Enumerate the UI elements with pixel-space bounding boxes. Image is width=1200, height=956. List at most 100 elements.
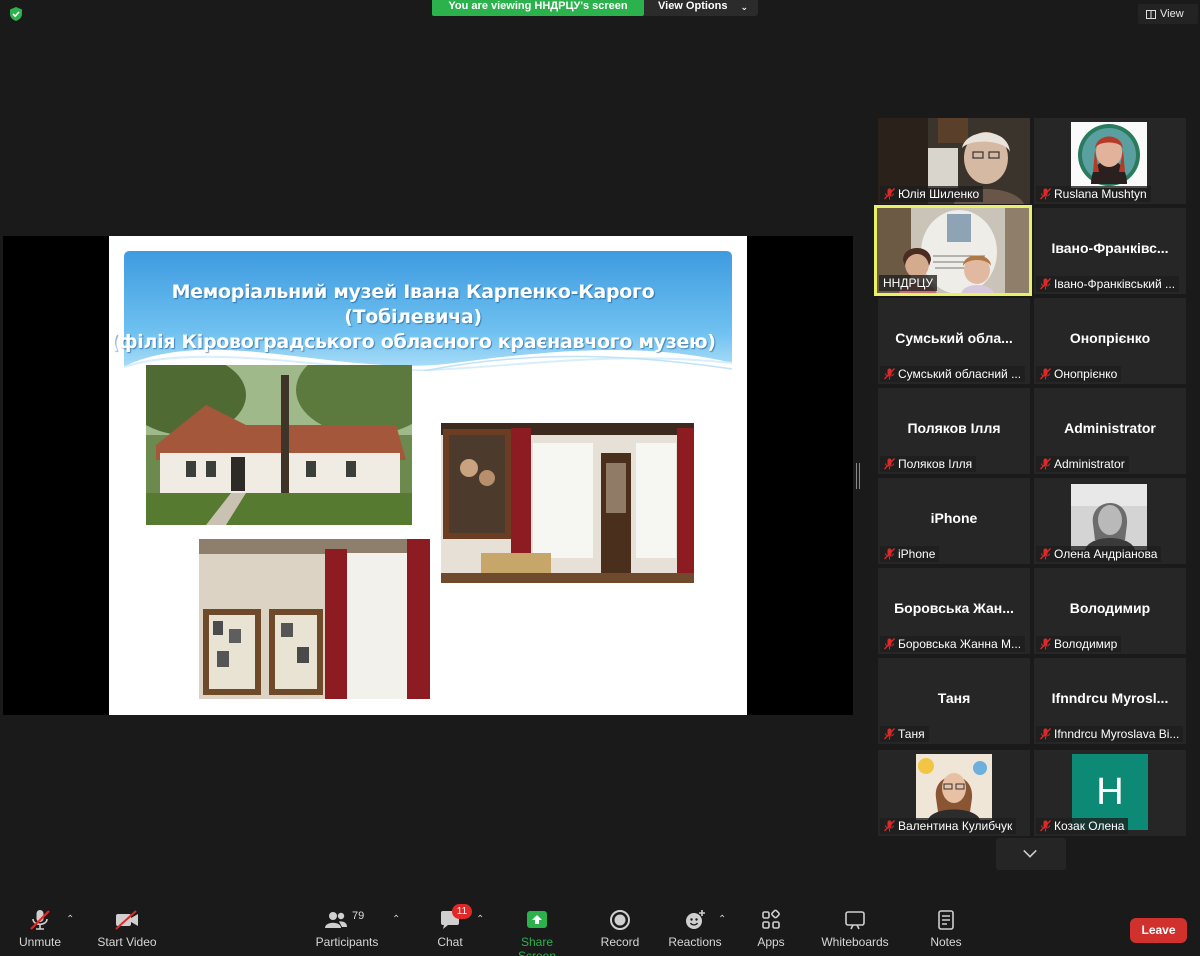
notes-icon (938, 910, 954, 930)
video-off-icon (115, 910, 138, 930)
participant-name: Олена Андріанова (1054, 547, 1158, 561)
participant-name: Таня (898, 727, 925, 741)
apps-icon (762, 909, 780, 929)
participant-name-label: Ruslana Mushtyn (1036, 186, 1151, 202)
active-speaker-tile[interactable]: ННДРЦУ (874, 205, 1032, 296)
muted-mic-icon (1040, 820, 1051, 832)
participant-name: Поляков Ілля (898, 457, 973, 471)
participant-name-label: Володимир (1036, 636, 1122, 652)
participant-name: Сумський обласний ... (898, 367, 1022, 381)
reactions-options-caret[interactable]: ⌃ (718, 914, 726, 925)
participant-tile[interactable]: Поляков Ілля Поляков Ілля (878, 388, 1030, 474)
participant-tile[interactable]: Івано-Франківс... Івано-Франківський ... (1034, 208, 1186, 294)
participant-tile[interactable]: Юлія Шиленко (878, 118, 1030, 204)
share-screen-icon (527, 911, 547, 928)
participant-tile[interactable]: Ruslana Mushtyn (1034, 118, 1186, 204)
slide-title-line-1: Меморіальний музей Івана Карпенко-Карого… (171, 281, 655, 328)
audio-options-caret[interactable]: ⌃ (66, 914, 74, 925)
participant-tile[interactable]: Олена Андріанова (1034, 478, 1186, 564)
muted-mic-icon (1040, 188, 1051, 200)
unmute-button[interactable]: Unmute (14, 908, 66, 949)
participant-name-label: Івано-Франківський ... (1036, 276, 1180, 292)
leave-meeting-button[interactable]: Leave (1130, 918, 1187, 943)
participant-display-name: Онопрієнко (1069, 330, 1151, 346)
participant-tile[interactable]: H Козак Олена (1034, 750, 1186, 836)
apps-button[interactable]: Apps (754, 908, 788, 949)
participant-name-label: Онопрієнко (1036, 366, 1122, 382)
participant-name-label: Administrator (1036, 456, 1129, 472)
whiteboards-label: Whiteboards (821, 935, 889, 949)
view-button[interactable]: View (1138, 4, 1198, 24)
participant-avatar (916, 754, 992, 820)
museum-house-photo (146, 365, 412, 525)
participants-options-caret[interactable]: ⌃ (392, 914, 400, 925)
view-options-button[interactable]: View Options ⌄ (644, 0, 758, 16)
slide-title: Меморіальний музей Івана Карпенко-Карого… (109, 280, 717, 355)
presentation-slide: Меморіальний музей Івана Карпенко-Карого… (109, 236, 747, 715)
shared-screen[interactable]: Меморіальний музей Івана Карпенко-Карого… (3, 236, 853, 715)
participants-icon (325, 912, 347, 928)
participant-display-name: Ifnndrcu Myrosl... (1051, 690, 1169, 706)
participants-button[interactable]: 79 Participants (314, 908, 380, 949)
muted-mic-icon (884, 728, 895, 740)
chat-options-caret[interactable]: ⌃ (476, 914, 484, 925)
slide-title-line-2: (філія Кіровоградського обласного краєна… (110, 331, 716, 353)
participant-name: Козак Олена (1054, 819, 1125, 833)
split-drag-handle[interactable] (856, 463, 860, 489)
participant-tile[interactable]: Валентина Кулибчук (878, 750, 1030, 836)
muted-microphone-icon (30, 910, 50, 930)
record-button[interactable]: Record (598, 908, 642, 949)
start-video-button[interactable]: Start Video (96, 908, 158, 949)
participant-tile[interactable]: Administrator Administrator (1034, 388, 1186, 474)
participant-name: Валентина Кулибчук (898, 819, 1013, 833)
participant-tile[interactable]: Сумський обла... Сумський обласний ... (878, 298, 1030, 384)
muted-mic-icon (884, 458, 895, 470)
share-screen-label: Share Screen (517, 935, 557, 956)
participant-avatar (1071, 484, 1147, 550)
chat-button[interactable]: 11 Chat (432, 904, 472, 949)
share-screen-button[interactable]: Share Screen (502, 908, 572, 956)
apps-label: Apps (757, 935, 785, 949)
participant-tile[interactable]: Володимир Володимир (1034, 568, 1186, 654)
encryption-shield-icon[interactable] (9, 7, 23, 21)
chat-label: Chat (437, 935, 463, 949)
gallery-next-page-button[interactable] (996, 838, 1066, 870)
participant-display-name: Володимир (1069, 600, 1151, 616)
view-button-label: View (1160, 8, 1184, 20)
whiteboard-icon (845, 911, 865, 930)
participant-name-label: ННДРЦУ (879, 275, 937, 291)
muted-mic-icon (1040, 458, 1051, 470)
participant-display-name: iPhone (930, 510, 978, 526)
participant-name-label: Сумський обласний ... (880, 366, 1026, 382)
participant-name-label: Валентина Кулибчук (880, 818, 1017, 834)
reactions-button[interactable]: Reactions (668, 908, 722, 949)
participant-display-name: Івано-Франківс... (1051, 240, 1169, 256)
participant-name-label: Поляков Ілля (880, 456, 977, 472)
participant-display-name: Таня (937, 690, 971, 706)
participant-tile[interactable]: iPhone iPhone (878, 478, 1030, 564)
participant-display-name: Боровська Жан... (894, 600, 1014, 616)
participant-name: Ruslana Mushtyn (1054, 187, 1147, 201)
participant-name: Боровська Жанна М... (898, 637, 1022, 651)
muted-mic-icon (884, 548, 895, 560)
participant-name: ННДРЦУ (883, 276, 933, 290)
view-options-label: View Options (658, 0, 728, 12)
muted-mic-icon (1040, 728, 1051, 740)
participant-name: iPhone (898, 547, 936, 561)
participant-name: Administrator (1054, 457, 1125, 471)
muted-mic-icon (884, 820, 895, 832)
grid-view-icon (1146, 10, 1156, 19)
notes-button[interactable]: Notes (926, 908, 966, 949)
unmute-label: Unmute (18, 935, 62, 949)
participant-tile[interactable]: Ifnndrcu Myrosl... Ifnndrcu Myroslava Bi… (1034, 658, 1186, 744)
participant-tile[interactable]: Боровська Жан... Боровська Жанна М... (878, 568, 1030, 654)
participant-tile[interactable]: Таня Таня (878, 658, 1030, 744)
muted-mic-icon (1040, 278, 1051, 290)
whiteboards-button[interactable]: Whiteboards (818, 908, 892, 949)
participants-count: 79 (352, 910, 365, 922)
notes-label: Notes (930, 935, 962, 949)
meeting-toolbar: Unmute ⌃ Start Video 79 Participants ⌃ 1… (0, 900, 1200, 956)
museum-interior-photo (441, 423, 694, 583)
participant-tile[interactable]: Онопрієнко Онопрієнко (1034, 298, 1186, 384)
participant-name-label: Боровська Жанна М... (880, 636, 1026, 652)
